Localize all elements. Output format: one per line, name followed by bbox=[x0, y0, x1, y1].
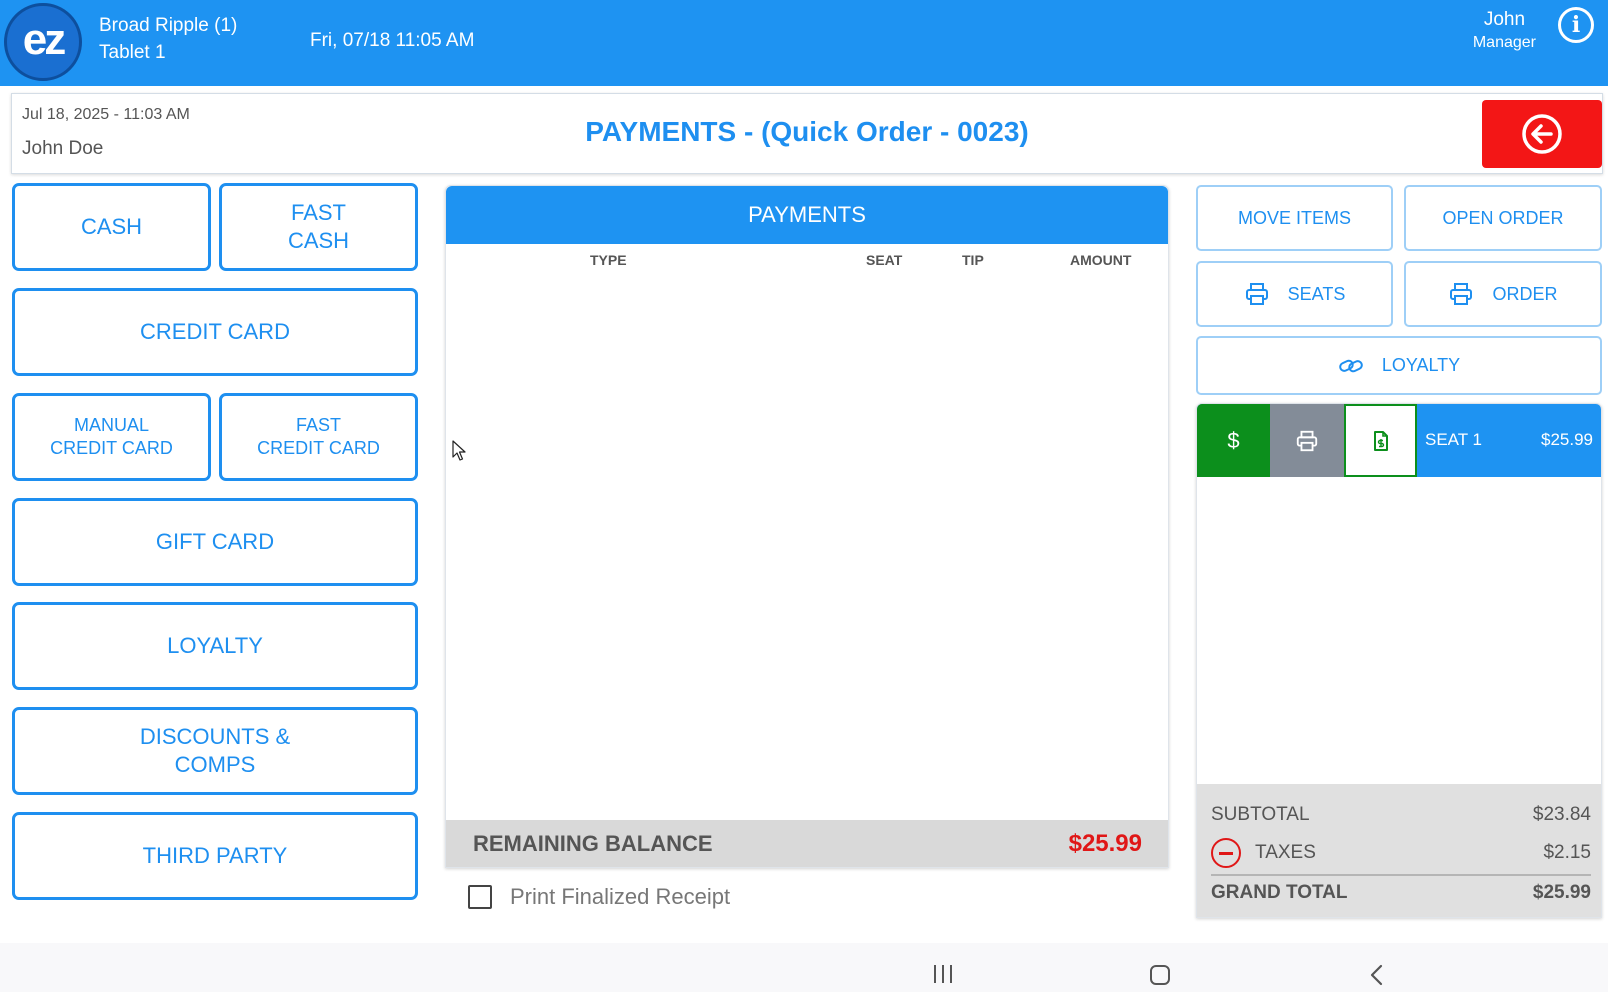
gift-card-button[interactable]: GIFT CARD bbox=[12, 498, 418, 586]
top-bar: ez Broad Ripple (1) Tablet 1 Fri, 07/18 … bbox=[0, 0, 1608, 86]
seat-pay-button[interactable]: $ bbox=[1197, 404, 1270, 477]
totals-divider bbox=[1211, 874, 1591, 876]
subtotal-label: SUBTOTAL bbox=[1211, 804, 1310, 825]
cash-button[interactable]: CASH bbox=[12, 183, 211, 271]
info-glyph: i bbox=[1571, 12, 1581, 38]
column-tip: TIP bbox=[962, 252, 984, 268]
grand-total-value: $25.99 bbox=[1532, 882, 1591, 903]
print-receipt-checkbox[interactable] bbox=[468, 885, 492, 909]
order-totals: SUBTOTAL $23.84 TAXES $2.15 GRAND TOTAL … bbox=[1197, 784, 1601, 917]
printer-icon bbox=[1245, 283, 1268, 305]
system-nav-bar bbox=[0, 943, 1608, 992]
print-seats-button[interactable]: SEATS bbox=[1196, 261, 1393, 327]
loyalty-payment-button[interactable]: LOYALTY bbox=[12, 602, 418, 690]
print-order-label: ORDER bbox=[1492, 283, 1558, 304]
payments-panel: PAYMENTS TYPE SEAT TIP AMOUNT REMAINING … bbox=[445, 185, 1169, 868]
remaining-balance-value: $25.99 bbox=[1068, 830, 1142, 857]
fast-credit-card-button[interactable]: FAST CREDIT CARD bbox=[219, 393, 418, 481]
back-button[interactable] bbox=[1482, 100, 1602, 168]
user-info[interactable]: John Manager bbox=[1473, 8, 1536, 54]
user-role: Manager bbox=[1472, 34, 1536, 51]
print-seats-label: SEATS bbox=[1287, 283, 1346, 304]
open-order-label: OPEN ORDER bbox=[1442, 207, 1564, 228]
grand-total-label: GRAND TOTAL bbox=[1211, 882, 1348, 903]
column-seat: SEAT bbox=[866, 252, 903, 268]
seat-row[interactable]: $ SEAT 1 $25.99 bbox=[1197, 404, 1601, 477]
link-icon bbox=[1338, 359, 1363, 372]
printer-icon bbox=[1450, 283, 1473, 305]
move-items-button[interactable]: MOVE ITEMS bbox=[1196, 185, 1393, 251]
seat-label: SEAT 1 bbox=[1425, 430, 1483, 449]
home-icon[interactable] bbox=[1150, 965, 1170, 985]
current-datetime: Fri, 07/18 11:05 AM bbox=[310, 30, 475, 51]
seat-print-button[interactable] bbox=[1270, 404, 1344, 477]
subtotal-row: SUBTOTAL $23.84 bbox=[1211, 804, 1591, 826]
location-name: Broad Ripple (1) bbox=[99, 15, 238, 36]
credit-card-button[interactable]: CREDIT CARD bbox=[12, 288, 418, 376]
seats-panel: $ SEAT 1 $25.99 SUBTOTAL $23.84 TAXES $2… bbox=[1196, 403, 1602, 918]
taxes-row: TAXES $2.15 bbox=[1211, 838, 1591, 868]
third-party-button[interactable]: THIRD PARTY bbox=[12, 812, 418, 900]
print-receipt-option[interactable]: Print Finalized Receipt bbox=[468, 884, 730, 910]
open-order-button[interactable]: OPEN ORDER bbox=[1404, 185, 1602, 251]
device-name: Tablet 1 bbox=[99, 42, 166, 63]
taxes-label: TAXES bbox=[1255, 842, 1316, 863]
print-order-button[interactable]: ORDER bbox=[1404, 261, 1602, 327]
remaining-balance-label: REMAINING BALANCE bbox=[473, 831, 713, 856]
fast-cash-button[interactable]: FAST CASH bbox=[219, 183, 418, 271]
manual-credit-card-button[interactable]: MANUAL CREDIT CARD bbox=[12, 393, 211, 481]
loyalty-link-button[interactable]: LOYALTY bbox=[1196, 336, 1602, 395]
printer-icon bbox=[1296, 430, 1318, 451]
nav-back-icon[interactable] bbox=[1366, 963, 1388, 987]
grand-total-row: GRAND TOTAL $25.99 bbox=[1211, 882, 1591, 904]
loyalty-link-label: LOYALTY bbox=[1381, 355, 1461, 375]
mouse-cursor-icon bbox=[452, 440, 466, 461]
column-amount: AMOUNT bbox=[1070, 252, 1132, 268]
seat-amount: $25.99 bbox=[1541, 430, 1593, 449]
user-name: John bbox=[1483, 9, 1526, 30]
seat-receipt-button[interactable] bbox=[1344, 404, 1417, 477]
column-type: TYPE bbox=[590, 252, 627, 268]
print-receipt-label: Print Finalized Receipt bbox=[510, 884, 731, 909]
ez-logo: ez bbox=[4, 3, 82, 81]
payments-header: PAYMENTS bbox=[446, 186, 1168, 244]
location-info: Broad Ripple (1) Tablet 1 bbox=[99, 12, 237, 66]
dollar-icon: $ bbox=[1227, 427, 1240, 453]
logo-text: ez bbox=[22, 15, 67, 64]
page-title: PAYMENTS - (Quick Order - 0023) bbox=[585, 116, 1029, 147]
back-arrow-icon bbox=[1522, 114, 1562, 154]
info-icon[interactable]: i bbox=[1558, 7, 1594, 43]
order-header: Jul 18, 2025 - 11:03 AM John Doe PAYMENT… bbox=[11, 93, 1603, 174]
remaining-balance: REMAINING BALANCE $25.99 bbox=[446, 820, 1168, 867]
recents-icon[interactable] bbox=[934, 965, 952, 983]
discounts-comps-button[interactable]: DISCOUNTS & COMPS bbox=[12, 707, 418, 795]
minus-circle-icon[interactable] bbox=[1211, 838, 1241, 868]
subtotal-value: $23.84 bbox=[1532, 804, 1591, 825]
taxes-value: $2.15 bbox=[1543, 842, 1591, 863]
receipt-icon bbox=[1373, 430, 1388, 451]
move-items-label: MOVE ITEMS bbox=[1237, 207, 1351, 228]
